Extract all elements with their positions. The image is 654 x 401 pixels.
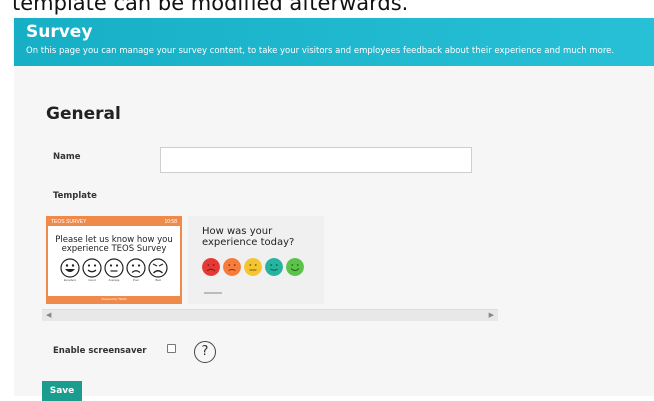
face-label: Average <box>108 278 120 282</box>
very-happy-face-icon <box>60 258 80 278</box>
page-header: Survey On this page you can manage your … <box>14 18 654 66</box>
template-footer-text: Powered by TEOS <box>101 297 127 301</box>
save-button[interactable]: Save <box>42 381 82 401</box>
template-question: How was your experience today? <box>202 226 295 248</box>
template-scrollbar[interactable]: ◀ ▶ <box>42 309 498 321</box>
happy-face-icon <box>82 258 102 278</box>
very-sad-face-icon <box>202 258 220 276</box>
face-label: Poor <box>132 278 140 282</box>
template-footer: Powered by TEOS <box>48 296 180 302</box>
very-happy-face-icon <box>286 258 304 276</box>
section-title-general: General <box>46 104 121 124</box>
scroll-left-icon[interactable]: ◀ <box>46 310 51 321</box>
template-message: Please let us know how you experience TE… <box>55 235 173 254</box>
face-label: Excellent <box>63 278 77 282</box>
template-label: Template <box>53 191 97 201</box>
template-carousel: TEOS SURVEY 10:58 Please let us know how… <box>42 212 498 322</box>
template-option-colored[interactable]: How was your experience today? <box>188 216 324 304</box>
neutral-face-icon <box>244 258 262 276</box>
template-time: 10:58 <box>164 219 177 225</box>
help-icon[interactable]: ? <box>194 341 216 363</box>
page-caption: template can be modified afterwards. <box>12 0 409 15</box>
name-input[interactable] <box>160 147 472 173</box>
name-label: Name <box>53 152 81 162</box>
template-topbar: TEOS SURVEY 10:58 <box>48 218 180 226</box>
happy-face-icon <box>265 258 283 276</box>
color-dots <box>202 258 304 276</box>
face-labels: Excellent Good Average Poor Bad <box>48 278 180 282</box>
face-label: Bad <box>155 278 161 282</box>
scroll-right-icon[interactable]: ▶ <box>489 310 494 321</box>
template-brand: TEOS SURVEY <box>51 219 87 225</box>
very-sad-face-icon <box>148 258 168 278</box>
screensaver-checkbox[interactable] <box>167 344 176 353</box>
sad-face-icon <box>126 258 146 278</box>
page-title: Survey <box>26 22 93 42</box>
sad-face-icon <box>223 258 241 276</box>
page-subtitle: On this page you can manage your survey … <box>26 46 615 56</box>
face-label: Good <box>88 278 96 282</box>
neutral-face-icon <box>104 258 124 278</box>
template-pager <box>204 292 222 294</box>
screensaver-label: Enable screensaver <box>53 346 147 356</box>
template-option-emoji[interactable]: TEOS SURVEY 10:58 Please let us know how… <box>46 216 182 304</box>
face-row <box>48 258 180 278</box>
